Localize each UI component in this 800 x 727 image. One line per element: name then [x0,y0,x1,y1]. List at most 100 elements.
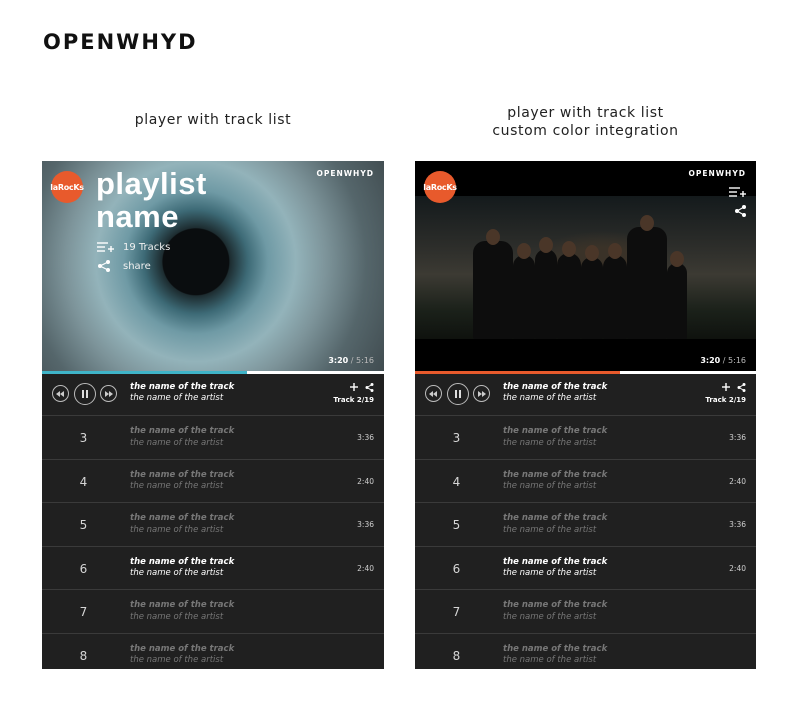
track-row[interactable]: 8 the name of the track the name of the ar… [415,634,756,669]
share-icon[interactable] [737,382,746,392]
track-counter: Track 2/19 [705,396,746,404]
track-row[interactable]: 4 the name of the track the name of the ar… [42,460,384,504]
track-row[interactable]: 5 the name of the track the name of the ar… [415,503,756,547]
track-count[interactable]: 19 Tracks [97,241,170,253]
share-icon[interactable] [365,382,374,392]
track-row[interactable]: 4 the name of the track the name of the ar… [415,460,756,504]
track-row[interactable]: 3 the name of the track the name of the ar… [42,416,384,460]
track-number: 3 [79,431,88,445]
track-duration: 2:40 [357,563,374,573]
player-hero-artwork: laRocKs OPENWHYD playlist name 19 Tracks… [42,161,384,371]
caption-line: player with track list [507,105,664,121]
track-title: the name of the track [503,469,608,480]
track-title: the name of the track [130,643,235,654]
track-row[interactable]: 6 the name of the track the name of the ar… [415,547,756,591]
share-icon[interactable] [729,204,747,218]
now-playing-track: the name of the track [503,382,608,392]
track-number: 7 [452,605,461,620]
track-duration: 3:36 [729,433,746,442]
pause-button[interactable] [447,383,469,405]
video-figure [667,251,687,339]
track-row[interactable]: 7 the name of the track the name of the ar… [415,590,756,634]
track-number: 4 [79,474,88,489]
playback-time: 3:20 / 5:16 [328,356,374,365]
channel-logo[interactable]: laRocKs [423,171,457,203]
track-row[interactable]: 5 the name of the track the name of the ar… [42,503,384,547]
openwhyd-watermark[interactable]: OPENWHYD [689,169,746,178]
track-info: the name of the track the name of the art… [130,470,234,493]
plus-icon[interactable] [350,383,358,391]
track-title: the name of the track [130,513,235,524]
channel-logo[interactable]: laRocKs [50,171,84,203]
player-right: laRocKs OPENWHYD 3:20 / 5:16 the name of… [415,161,756,669]
track-info: the name of the track the name of the art… [130,644,234,667]
brand-logo-text: OPENWHYD [43,30,198,54]
track-row[interactable]: 3 the name of the track the name of the ar… [415,416,756,460]
pause-icon [82,390,88,398]
track-number: 5 [452,518,461,533]
fast-forward-button[interactable] [100,385,117,402]
track-title: the name of the track [130,556,235,567]
share-icon [97,260,115,272]
track-info: the name of the track the name of the art… [130,600,234,623]
track-title: the name of the track [503,600,608,611]
track-title: the name of the track [503,643,608,654]
track-actions: Track 2/19 [705,381,746,404]
current-time: 3:20 [328,356,349,365]
track-artist: the name of the artist [503,437,597,448]
fast-forward-icon [105,390,113,397]
playlist-add-icon[interactable] [729,185,747,199]
track-artist: the name of the artist [503,611,597,622]
track-duration: 2:40 [729,476,746,486]
track-actions: Track 2/19 [333,381,374,404]
control-bar: the name of the track the name of the ar… [42,374,384,416]
track-artist: the name of the artist [503,655,597,666]
current-time: 3:20 [700,356,721,365]
now-playing-artist: the name of the artist [503,393,597,403]
track-info: the name of the track the name of the art… [130,557,234,580]
playlist-title: playlist name [96,167,207,233]
openwhyd-watermark[interactable]: OPENWHYD [317,169,374,178]
share-link[interactable]: share [97,260,151,272]
track-number: 6 [452,561,461,576]
track-duration: 2:40 [729,563,746,573]
video-figure [581,245,603,339]
track-row[interactable]: 8 the name of the track the name of the ar… [42,634,384,669]
track-counter: Track 2/19 [333,396,374,404]
rewind-button[interactable] [425,385,442,402]
track-row[interactable]: 7 the name of the track the name of the ar… [42,590,384,634]
rewind-button[interactable] [52,385,69,402]
playlist-title-line: playlist [96,166,207,201]
track-list: 3 the name of the track the name of the ar… [415,416,756,669]
video-figure [513,243,535,339]
track-count-label: 19 Tracks [123,241,171,253]
playback-time: 3:20 / 5:16 [700,356,746,365]
track-artist: the name of the artist [130,568,224,579]
track-info: the name of the track the name of the art… [503,513,607,536]
video-figure [603,243,627,339]
player-left: laRocKs OPENWHYD playlist name 19 Tracks… [42,161,384,669]
track-number: 4 [452,474,461,489]
track-number: 7 [79,605,88,620]
pause-button[interactable] [74,383,96,405]
track-row[interactable]: 6 the name of the track the name of the ar… [42,547,384,591]
player-hero-video: laRocKs OPENWHYD 3:20 / 5:16 [415,161,756,371]
track-duration: 3:36 [357,520,374,530]
track-duration: 3:36 [729,520,746,530]
fast-forward-icon [478,390,486,397]
video-frame[interactable] [415,196,756,339]
rewind-icon [56,390,64,397]
track-artist: the name of the artist [130,524,224,535]
caption-line: player with track list [134,112,292,128]
track-title: the name of the track [130,469,235,480]
now-playing-artist: the name of the artist [130,393,224,403]
caption-line: custom color integration [492,123,679,139]
track-info: the name of the track the name of the art… [130,513,234,536]
plus-icon[interactable] [722,383,730,391]
track-info: the name of the track the name of the art… [503,644,607,667]
track-number: 8 [79,648,88,663]
now-playing: the name of the track the name of the ar… [503,382,607,404]
fast-forward-button[interactable] [473,385,490,402]
track-number: 6 [79,561,88,576]
track-artist: the name of the artist [130,481,224,492]
